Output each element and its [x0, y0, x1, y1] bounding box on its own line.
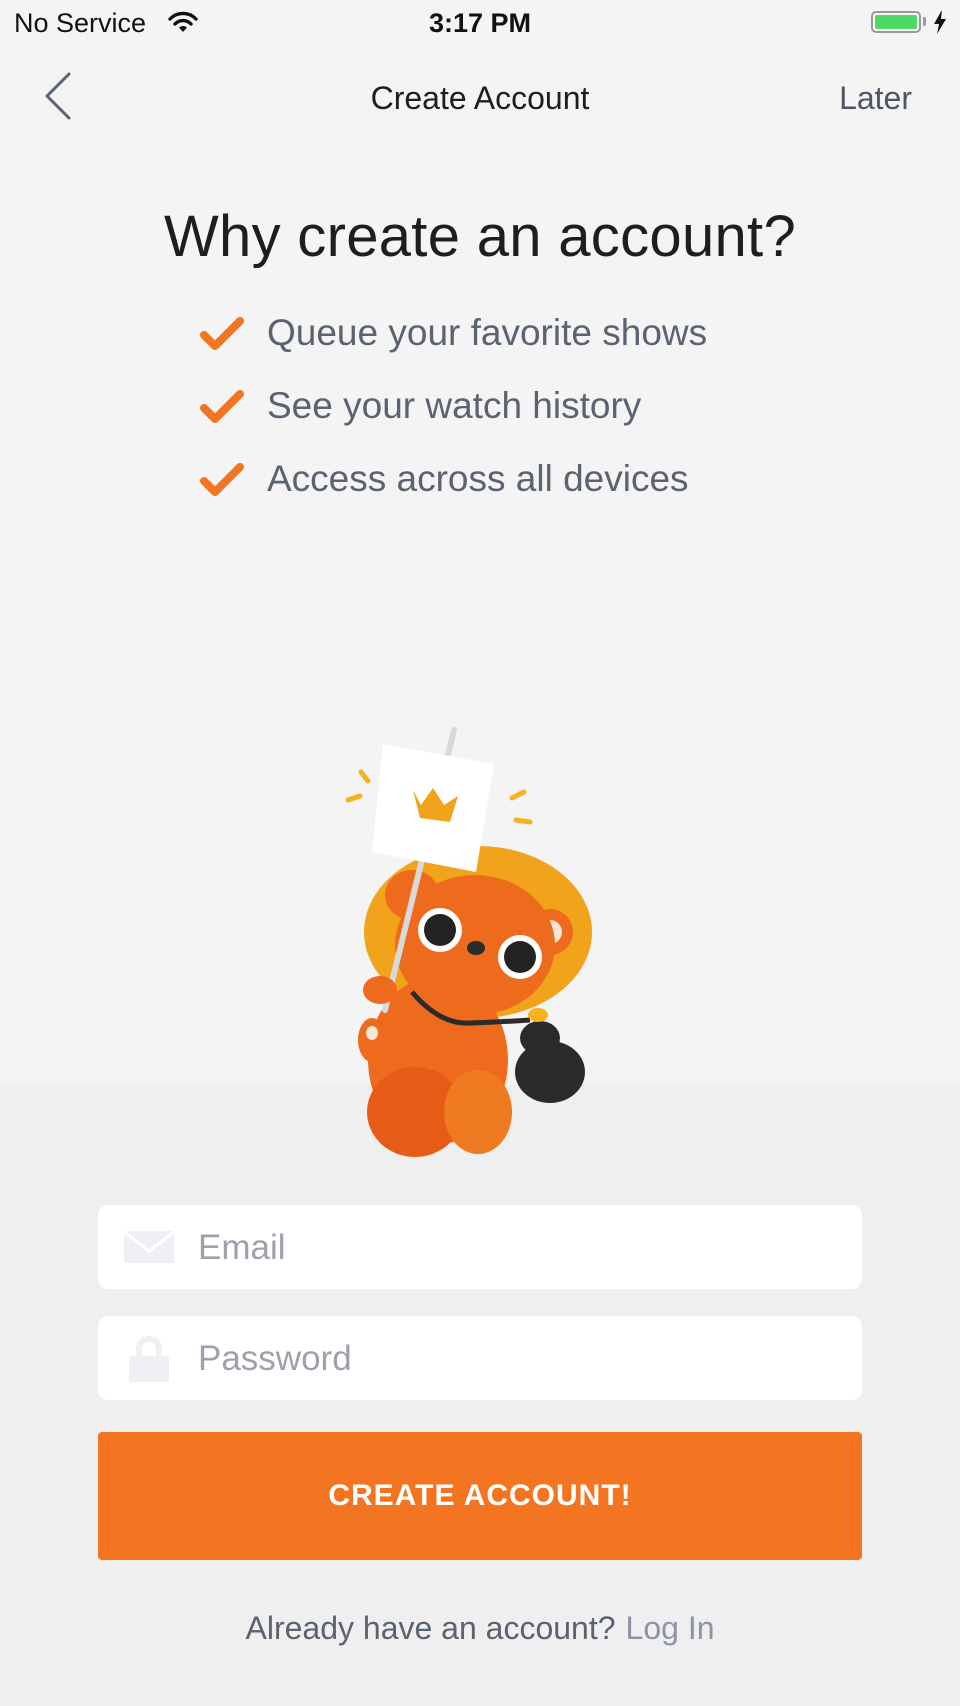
status-bar: No Service 3:17 PM — [0, 0, 960, 48]
charging-bolt-icon — [934, 10, 946, 34]
benefit-text: Queue your favorite shows — [267, 312, 708, 353]
battery-nub — [923, 17, 926, 26]
login-prompt-text: Already have an account? — [245, 1610, 616, 1646]
lock-icon — [129, 1336, 169, 1382]
password-field[interactable] — [98, 1316, 862, 1402]
later-button[interactable]: Later — [839, 80, 912, 117]
email-input[interactable] — [196, 1205, 840, 1291]
email-field[interactable] — [98, 1205, 862, 1291]
clock-label: 3:17 PM — [428, 8, 532, 38]
battery-fill — [875, 15, 917, 29]
envelope-icon — [123, 1230, 175, 1263]
page-title: Create Account — [370, 80, 590, 116]
login-prompt: Already have an account? Log In — [0, 1610, 960, 1647]
headline: Why create an account? — [163, 204, 797, 269]
benefit-text: Access across all devices — [267, 458, 689, 499]
benefit-text: See your watch history — [267, 385, 642, 426]
login-link[interactable]: Log In — [626, 1610, 715, 1646]
checkmark-icon — [200, 317, 244, 350]
battery-icon — [871, 11, 921, 33]
password-input[interactable] — [196, 1316, 840, 1402]
checkmark-icon — [200, 463, 244, 496]
create-account-button[interactable]: CREATE ACCOUNT! — [98, 1432, 862, 1560]
mascot-illustration — [345, 727, 592, 1157]
checkmark-icon — [200, 390, 244, 423]
